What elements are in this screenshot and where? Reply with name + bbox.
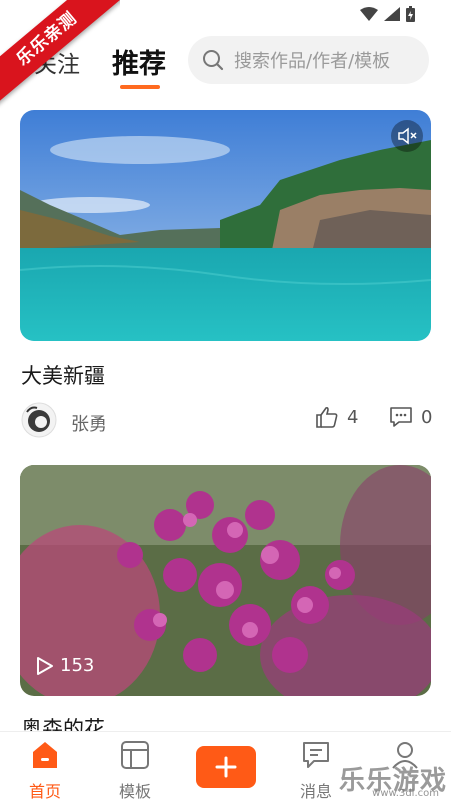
video-thumbnail-flowers[interactable]: 153	[20, 465, 431, 696]
card-meta: 张勇 4 0	[21, 400, 432, 440]
comment-button[interactable]: 0	[389, 406, 432, 428]
lake-landscape-image	[20, 110, 431, 341]
signal-icon	[384, 7, 400, 21]
wifi-icon	[360, 7, 378, 21]
create-button[interactable]	[196, 746, 256, 788]
watermark-ribbon-text: 乐乐亲测	[0, 0, 120, 107]
like-count: 4	[347, 406, 359, 428]
plus-icon	[215, 756, 237, 778]
card-title[interactable]: 奥森的花	[21, 713, 105, 732]
comment-count: 0	[421, 406, 433, 428]
template-icon	[121, 741, 149, 769]
nav-home[interactable]: 首页	[10, 740, 80, 801]
author-name[interactable]: 张勇	[71, 410, 107, 436]
watermark-corner-sub: www.3dl.com	[372, 788, 439, 799]
comment-icon	[390, 407, 412, 427]
bottom-nav: 首页 模板 消息 乐乐游戏 www.3dl.com	[0, 731, 451, 801]
search-bar[interactable]: 搜索作品/作者/模板	[188, 36, 429, 84]
feed-list: 大美新疆 张勇 4 0 153 奥森的花	[0, 92, 451, 732]
message-icon	[303, 742, 329, 768]
thumbs-up-icon	[316, 406, 338, 428]
play-icon	[37, 656, 53, 675]
nav-template[interactable]: 模板	[100, 740, 170, 801]
nav-template-label: 模板	[118, 782, 151, 801]
watermark-ribbon: 乐乐亲测	[0, 0, 120, 120]
avatar[interactable]	[21, 402, 57, 438]
card-title[interactable]: 大美新疆	[21, 360, 105, 390]
home-icon	[33, 742, 57, 768]
search-icon	[203, 50, 224, 71]
search-placeholder: 搜索作品/作者/模板	[234, 51, 391, 72]
tab-recommend[interactable]: 推荐	[112, 42, 166, 81]
nav-home-label: 首页	[28, 782, 61, 801]
play-count: 153	[36, 655, 94, 676]
play-count-value: 153	[60, 655, 95, 676]
like-button[interactable]: 4	[315, 406, 358, 428]
author-avatar-image	[21, 402, 57, 438]
active-tab-indicator	[120, 85, 160, 89]
status-icons	[360, 6, 415, 22]
battery-icon	[406, 6, 415, 22]
mute-icon	[398, 127, 417, 145]
video-thumbnail-lake[interactable]	[20, 110, 431, 341]
mute-button[interactable]	[391, 120, 423, 152]
